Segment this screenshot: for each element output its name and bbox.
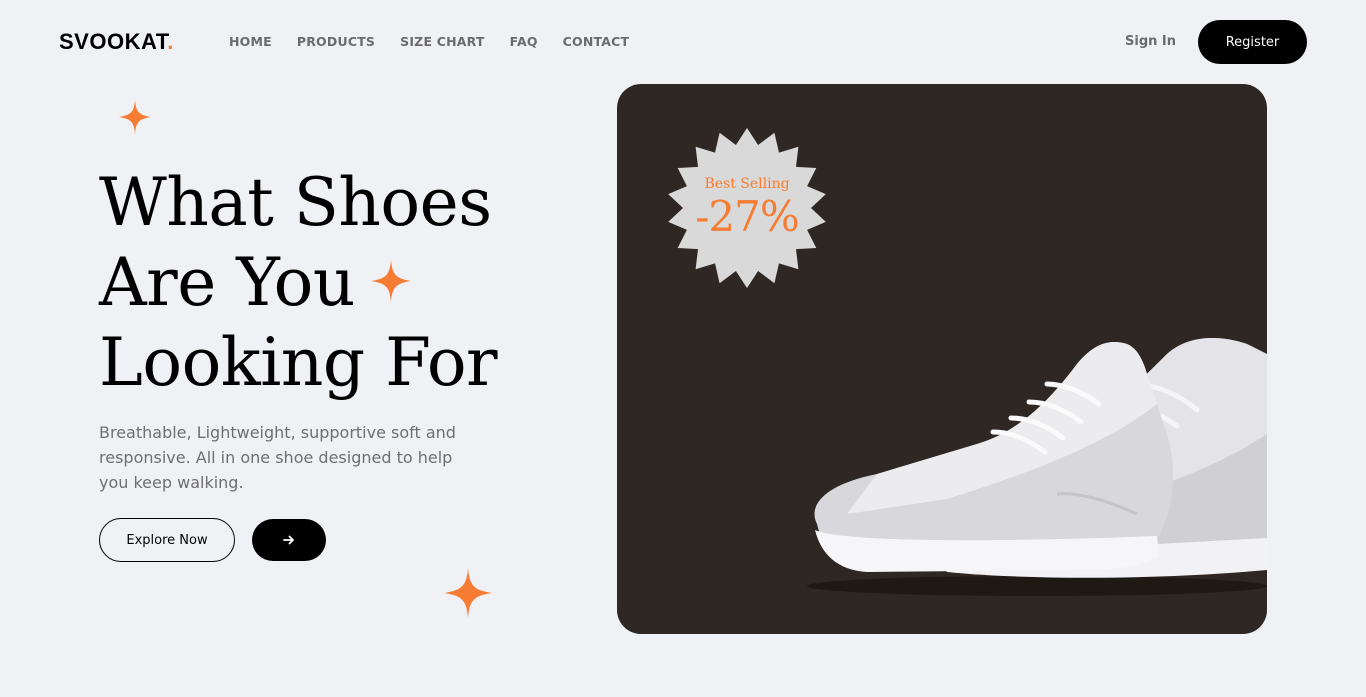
product-card[interactable]: Best Selling -27%	[617, 84, 1267, 634]
brand-name: SVOOKAT	[59, 29, 168, 54]
hero-description: Breathable, Lightweight, supportive soft…	[99, 423, 456, 492]
headline-line: Looking For	[99, 324, 498, 401]
main-menu: HOME PRODUCTS SIZE CHART FAQ CONTACT	[229, 34, 654, 49]
hero-headline: What Shoes Are You Looking For	[99, 163, 498, 403]
arrow-right-icon	[283, 535, 294, 545]
explore-now-button[interactable]: Explore Now	[99, 518, 235, 562]
brand-dot: .	[167, 29, 174, 54]
sparkle-icon	[119, 100, 151, 134]
nav-size-chart[interactable]: SIZE CHART	[400, 34, 485, 49]
discount-value: -27%	[695, 192, 800, 241]
nav-home[interactable]: HOME	[229, 34, 272, 49]
top-navigation: SVOOKAT. HOME PRODUCTS SIZE CHART FAQ CO…	[0, 0, 1366, 84]
sneaker-image	[807, 338, 1267, 596]
arrow-button[interactable]	[252, 519, 326, 561]
sparkle-icon	[444, 568, 492, 618]
nav-contact[interactable]: CONTACT	[563, 34, 630, 49]
headline-line: Are You	[99, 244, 355, 321]
register-button[interactable]: Register	[1198, 20, 1307, 64]
nav-products[interactable]: PRODUCTS	[297, 34, 375, 49]
discount-badge: Best Selling -27%	[667, 128, 827, 288]
badge-label: Best Selling	[704, 176, 790, 192]
nav-faq[interactable]: FAQ	[510, 34, 538, 49]
brand-logo[interactable]: SVOOKAT.	[59, 29, 174, 55]
headline-line: What Shoes	[99, 164, 492, 241]
sign-in-link[interactable]: Sign In	[1125, 34, 1176, 49]
